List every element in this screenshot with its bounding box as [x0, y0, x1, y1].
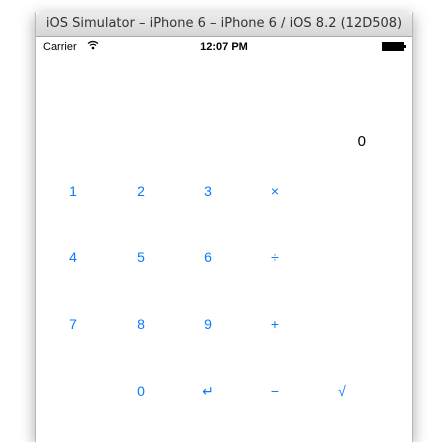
simulator-window: iOS Simulator – iPhone 6 – iPhone 6 / iO…	[35, 12, 413, 442]
key-7[interactable]: 7	[53, 312, 93, 336]
status-bar: Carrier 12:07 PM	[36, 37, 412, 57]
window-title: iOS Simulator – iPhone 6 – iPhone 6 / iO…	[36, 12, 412, 37]
key-3[interactable]: 3	[188, 179, 228, 203]
calculator-display: 0	[357, 133, 366, 150]
key-0[interactable]: 0	[121, 379, 161, 403]
key-9[interactable]: 9	[188, 312, 228, 336]
key-subtract[interactable]: −	[255, 379, 295, 403]
key-sqrt[interactable]: √	[322, 379, 362, 403]
key-enter[interactable]: ↵	[188, 379, 228, 403]
key-5[interactable]: 5	[121, 245, 161, 269]
key-multiply[interactable]: ×	[255, 179, 295, 203]
key-6[interactable]: 6	[188, 245, 228, 269]
iphone-screen: Carrier 12:07 PM 0 1 2 3 × 4 5 6 ÷ 7 8 9…	[36, 37, 412, 442]
key-1[interactable]: 1	[53, 179, 93, 203]
key-2[interactable]: 2	[121, 179, 161, 203]
key-4[interactable]: 4	[53, 245, 93, 269]
status-time: 12:07 PM	[200, 41, 248, 53]
battery-icon	[382, 42, 406, 51]
key-8[interactable]: 8	[121, 312, 161, 336]
key-divide[interactable]: ÷	[255, 245, 295, 269]
key-add[interactable]: +	[255, 312, 295, 336]
